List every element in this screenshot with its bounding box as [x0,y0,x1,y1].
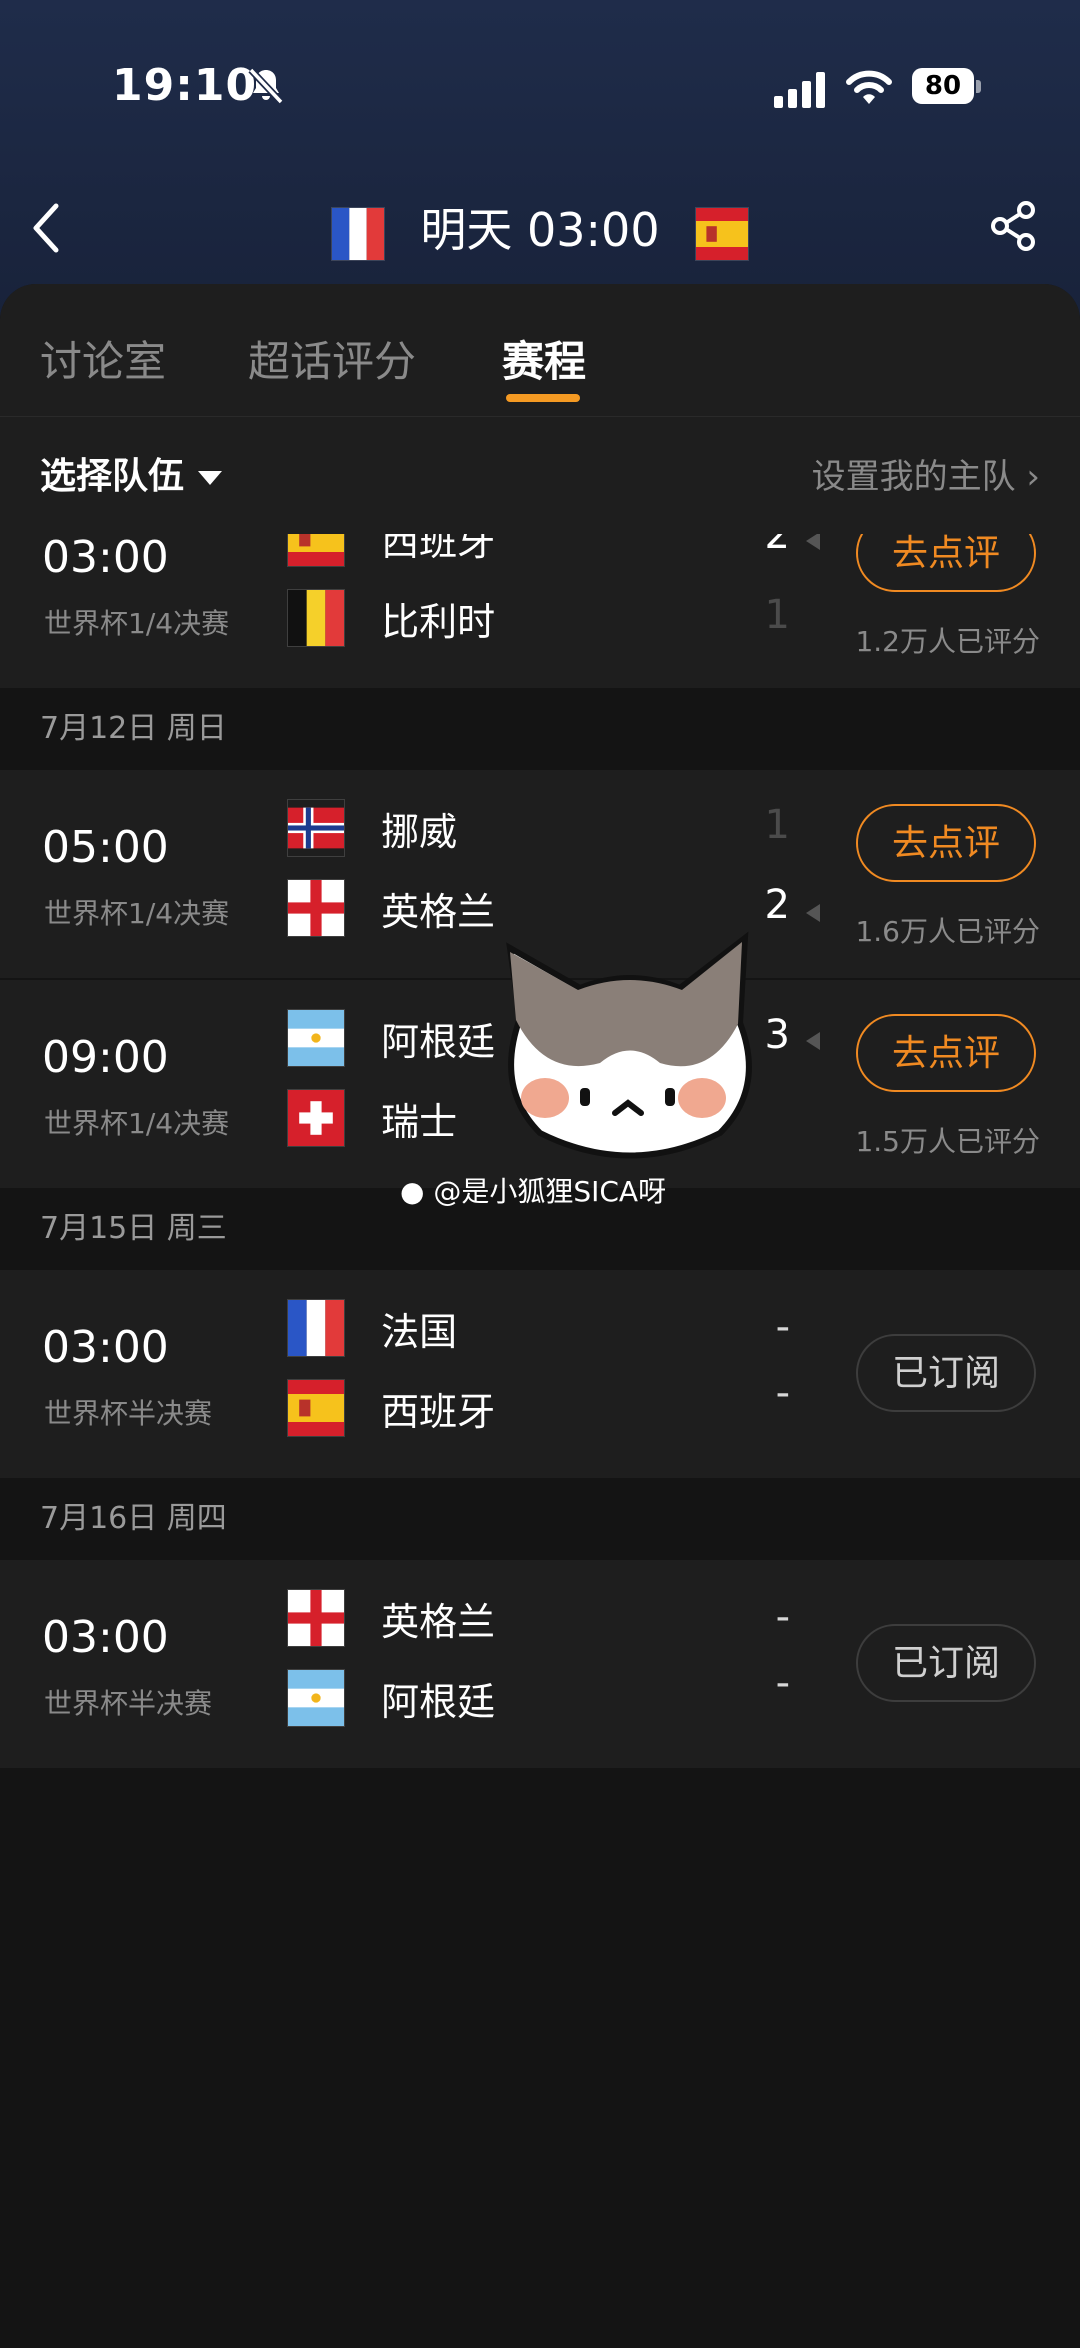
team-away: 英格兰 [288,880,495,940]
date-header: 7月12日 周日 [0,688,1080,770]
winner-arrow-icon [806,534,820,550]
tab-active-indicator [506,394,580,402]
flag-argentina-icon [288,1010,344,1066]
team-away: 阿根廷 [288,1670,495,1730]
team-name: 英格兰 [381,889,496,934]
match-title-text: 明天 03:00 [420,203,660,257]
match-stage: 世界杯半决赛 [44,1687,213,1720]
match-time: 03:00 [42,1612,169,1663]
match-title: 明天 03:00 [0,190,1080,270]
home-score: - [775,1304,790,1350]
filter-bar: 选择队伍 设置我的主队 › [0,417,1080,535]
winner-arrow-icon [806,904,820,922]
team-name: 英格兰 [381,1599,496,1644]
match-stage: 世界杯1/4决赛 [44,1107,230,1140]
flag-norway-icon [288,807,344,849]
cellular-signal-icon [774,72,825,108]
set-my-team-link[interactable]: 设置我的主队 › [812,449,1040,498]
home-score: 2 [764,534,790,558]
flag-france-icon [331,207,384,260]
tab-super-topic-rating[interactable]: 超话评分 [248,328,416,389]
team-home: 英格兰 [288,1590,495,1650]
team-home: 阿根廷 [288,1010,495,1070]
flag-france-icon [288,1300,344,1356]
away-score: 1 [764,592,790,638]
date-header: 7月16日 周四 [0,1478,1080,1560]
rated-count: 1.5万人已评分 [855,1125,1040,1158]
rated-count: 1.2万人已评分 [855,625,1040,658]
match-card[interactable]: 03:00 世界杯1/4决赛 西班牙 比利时 2 1 去点评 1.2万人已评分 [0,534,1080,688]
battery-level: 80 [912,68,974,104]
match-stage: 世界杯1/4决赛 [44,607,230,640]
content-panel: 讨论室 超话评分 赛程 选择队伍 设置我的主队 › 03:00 世界杯1/4决赛… [0,284,1080,2348]
flag-belgium-icon [288,590,344,646]
flag-spain-icon [696,207,749,260]
team-away: 瑞士 [288,1090,457,1150]
flag-england-icon [288,880,344,936]
select-team-label: 选择队伍 [40,456,185,497]
subscribed-button[interactable]: 已订阅 [856,1334,1036,1412]
match-time: 03:00 [42,1322,169,1373]
team-name: 西班牙 [381,534,496,564]
flag-spain-icon [288,1380,344,1436]
team-home: 挪威 [288,800,457,860]
tab-bar: 讨论室 超话评分 赛程 [0,284,1080,417]
match-stage: 世界杯1/4决赛 [44,897,230,930]
away-score: - [775,1370,790,1416]
team-name: 瑞士 [381,1099,458,1144]
header-background: 19:10 80 明天 03:00 [0,0,1080,330]
flag-argentina-icon [288,1670,344,1726]
wifi-icon [846,70,892,104]
team-name: 比利时 [381,599,496,644]
select-team-dropdown[interactable]: 选择队伍 [40,447,223,499]
tab-schedule[interactable]: 赛程 [502,328,586,389]
rate-button[interactable]: 去点评 [856,804,1036,882]
home-score: 1 [764,802,790,848]
caret-down-icon [198,471,223,485]
match-card[interactable]: 03:00 世界杯半决赛 法国 西班牙 - - 已订阅 [0,1270,1080,1478]
watermark: ● @是小狐狸SICA呀 [400,1170,666,1210]
battery-icon: 80 [912,68,982,106]
match-time: 03:00 [42,534,169,583]
match-stage: 世界杯半决赛 [44,1397,213,1430]
cat-sticker-icon [506,931,752,1159]
team-home: 法国 [288,1300,457,1360]
tab-discussion[interactable]: 讨论室 [40,328,166,389]
set-my-team-label: 设置我的主队 [811,457,1016,497]
nav-bar: 明天 03:00 [0,190,1080,270]
status-time: 19:10 [112,60,258,111]
away-score: 2 [764,882,790,928]
team-name: 西班牙 [381,1389,496,1434]
team-away: 比利时 [288,590,495,650]
match-time: 09:00 [42,1032,169,1083]
flag-england-icon [288,1590,344,1646]
chevron-right-icon: › [1026,457,1040,497]
bell-muted-icon [248,67,284,105]
rate-button[interactable]: 去点评 [856,1014,1036,1092]
winner-arrow-icon [806,1032,820,1050]
weibo-icon: ● [400,1175,425,1208]
team-name: 法国 [381,1309,458,1354]
subscribed-button[interactable]: 已订阅 [856,1624,1036,1702]
match-time: 05:00 [42,822,169,873]
match-card[interactable]: 03:00 世界杯半决赛 英格兰 阿根廷 - - 已订阅 [0,1560,1080,1768]
rate-button[interactable]: 去点评 [856,534,1036,592]
flag-spain-icon [288,534,344,566]
team-name: 阿根廷 [381,1679,496,1724]
away-score: - [775,1660,790,1706]
home-score: - [775,1594,790,1640]
team-name: 挪威 [381,809,458,854]
flag-switzerland-icon [288,1090,344,1146]
team-home: 西班牙 [288,534,495,570]
watermark-text: @是小狐狸SICA呀 [433,1175,667,1208]
team-away: 西班牙 [288,1380,495,1440]
share-icon[interactable] [988,198,1040,254]
status-bar: 19:10 80 [0,60,1080,120]
rated-count: 1.6万人已评分 [855,915,1040,948]
team-name: 阿根廷 [381,1019,496,1064]
